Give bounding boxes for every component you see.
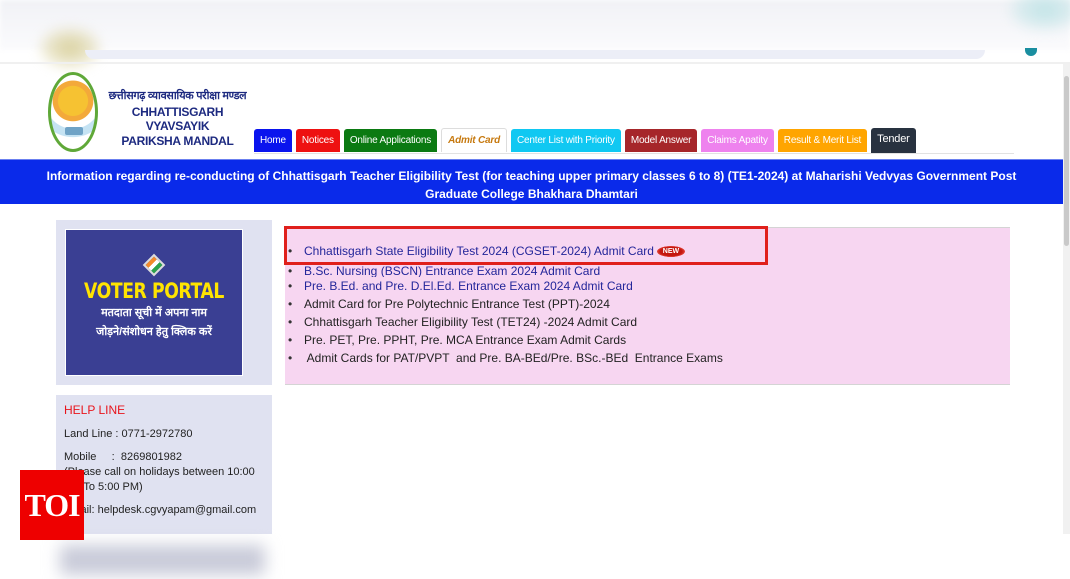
brand-english-line2: PARIKSHA MANDAL <box>121 134 234 148</box>
voter-portal-title: VOTER PORTAL <box>84 279 224 303</box>
nav-tab-admit-card[interactable]: Admit Card <box>441 128 507 152</box>
helpline-mobile: Mobile : 8269801982 <box>64 451 183 463</box>
scrollbar-thumb[interactable] <box>1064 76 1069 246</box>
admit-card-link-label: B.Sc. Nursing (BSCN) Entrance Exam 2024 … <box>304 264 601 277</box>
helpline-email[interactable]: Email: helpdesk.cgvyapam@gmail.com <box>64 503 264 518</box>
toi-logo-watermark: TOI <box>20 470 84 540</box>
evm-ballot-icon <box>142 253 166 277</box>
brand-english-line1: CHHATTISGARH VYAVSAYIK <box>131 105 224 133</box>
helpline-landline: Land Line : 0771-2972780 <box>64 428 193 440</box>
brand-title: छत्तीसगढ़ व्यावसायिक परीक्षा मण्डल CHHAT… <box>105 88 250 148</box>
cgvyapam-logo[interactable] <box>48 72 98 152</box>
admit-card-link[interactable]: Admit Cards for PAT/PVPT and Pre. BA-BEd… <box>288 349 723 367</box>
helpline-note: (Please call on holidays between 10:00 A… <box>64 466 255 493</box>
address-bar[interactable] <box>85 50 985 59</box>
admit-card-link[interactable]: Chhattisgarh Teacher Eligibility Test (T… <box>288 313 723 331</box>
profile-icon[interactable] <box>1025 48 1037 56</box>
admit-card-link[interactable]: Admit Card for Pre Polytechnic Entrance … <box>288 295 723 313</box>
nav-tab-tender[interactable]: Tender <box>871 128 916 153</box>
voter-portal-line2: जोड़ने/संशोधन हेतु क्लिक करें <box>96 326 212 338</box>
nav-tab-center-list-with-priority[interactable]: Center List with Priority <box>511 129 621 152</box>
admit-card-link-label: Pre. PET, Pre. PPHT, Pre. MCA Entrance E… <box>304 333 627 347</box>
brand-hindi-name: छत्तीसगढ़ व्यावसायिक परीक्षा मण्डल <box>108 90 247 102</box>
helpline-title: HELP LINE <box>64 403 126 417</box>
main-nav: Home Notices Online Applications Admit Card… <box>254 128 916 153</box>
browser-chrome-blurred <box>0 0 1070 50</box>
admit-card-link-label: Chhattisgarh Teacher Eligibility Test (T… <box>304 315 638 329</box>
admit-card-link[interactable]: Pre. B.Ed. and Pre. D.El.Ed. Entrance Ex… <box>288 277 723 295</box>
nav-tab-notices[interactable]: Notices <box>295 129 340 152</box>
admit-card-link-label: Admit Cards for PAT/PVPT and Pre. BA-BEd… <box>304 351 723 365</box>
nav-divider <box>254 153 1014 154</box>
highlight-annotation-box <box>284 226 768 265</box>
admit-card-link-label: Pre. B.Ed. and Pre. D.El.Ed. Entrance Ex… <box>304 279 633 293</box>
nav-tab-model-answer[interactable]: Model Answer <box>624 129 698 152</box>
footer-blur-blob <box>60 545 265 575</box>
nav-tab-result-merit-list[interactable]: Result & Merit List <box>777 129 868 152</box>
voter-portal-panel: VOTER PORTAL मतदाता सूची में अपना नाम जो… <box>56 220 272 385</box>
logo-emblem-icon <box>65 127 83 135</box>
announcement-banner[interactable]: Information regarding re-conducting of C… <box>0 159 1063 204</box>
nav-tab-home[interactable]: Home <box>254 129 292 152</box>
admit-card-link[interactable]: Pre. PET, Pre. PPHT, Pre. MCA Entrance E… <box>288 331 723 349</box>
divider <box>0 62 1070 64</box>
nav-tab-claims-apatity[interactable]: Claims Apatity <box>701 129 774 152</box>
voter-portal-line1: मतदाता सूची में अपना नाम <box>101 307 207 319</box>
admit-card-link-label: Admit Card for Pre Polytechnic Entrance … <box>304 297 610 311</box>
voter-portal-button[interactable]: VOTER PORTAL मतदाता सूची में अपना नाम जो… <box>65 229 243 376</box>
nav-tab-online-applications[interactable]: Online Applications <box>343 129 438 152</box>
page: छत्तीसगढ़ व्यावसायिक परीक्षा मण्डल CHHAT… <box>0 0 1070 579</box>
scrollbar[interactable] <box>1063 64 1070 534</box>
helpline-panel: HELP LINE Land Line : 0771-2972780 Mobil… <box>56 395 272 535</box>
